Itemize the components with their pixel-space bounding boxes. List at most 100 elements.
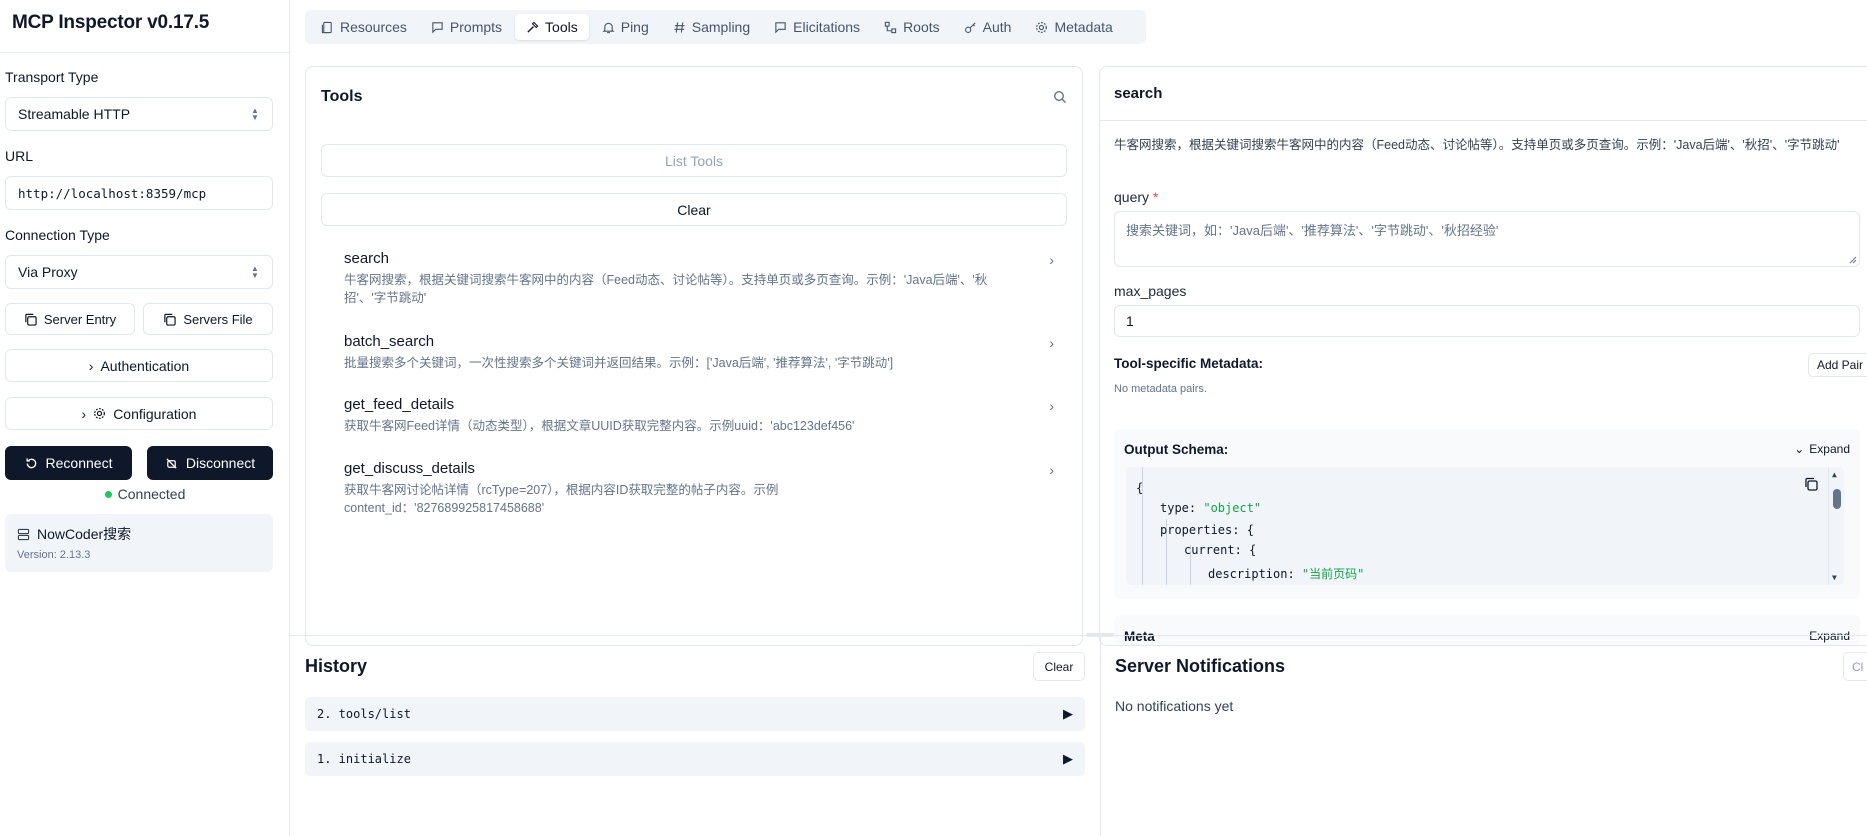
tools-title: Tools	[321, 88, 363, 105]
tool-item-get-feed-details[interactable]: get_feed_details 获取牛客网Feed详情（动态类型），根据文章U…	[344, 396, 1064, 435]
bell-icon	[602, 22, 615, 33]
query-textarea[interactable]: 搜索关键词，如：'Java后端'、'推荐算法'、'字节跳动'、'秋招经验'	[1114, 211, 1860, 267]
connection-type-select[interactable]: Via Proxy ▲ ▼	[5, 255, 273, 289]
code-line: type: "object"	[1160, 501, 1261, 515]
tool-item-get-discuss-details[interactable]: get_discuss_details 获取牛客网讨论帖详情（rcType=20…	[344, 460, 1064, 517]
history-panel: History Clear 2. tools/list ▶ 1. initial…	[305, 650, 1085, 836]
tab-metadata-label: Metadata	[1054, 19, 1113, 35]
tab-auth-label: Auth	[982, 19, 1012, 35]
tool-item-batch-search[interactable]: batch_search 批量搜索多个关键词，一次性搜索多个关键词并返回结果。示…	[344, 333, 1064, 372]
server-entry-button[interactable]: Server Entry	[5, 303, 135, 335]
reconnect-label: Reconnect	[45, 455, 113, 471]
tab-sampling[interactable]: Sampling	[662, 14, 761, 40]
tab-tools[interactable]: Tools	[515, 14, 589, 40]
transport-type-value: Streamable HTTP	[18, 106, 131, 122]
expand-button[interactable]: ⌄ Expand	[1794, 442, 1850, 456]
play-icon: ▶	[1063, 706, 1073, 722]
tab-ping-label: Ping	[620, 19, 649, 35]
disconnect-button[interactable]: Disconnect	[147, 446, 273, 480]
clear-history-button[interactable]: Clear	[1033, 652, 1085, 681]
tab-prompts[interactable]: Prompts	[420, 14, 513, 40]
history-row[interactable]: 1. initialize ▶	[305, 742, 1085, 776]
tab-tools-label: Tools	[545, 19, 578, 35]
tab-elicitations-label: Elicitations	[793, 19, 861, 35]
tab-resources[interactable]: Resources	[310, 14, 418, 40]
code-string: "object"	[1203, 501, 1262, 515]
code-line: current: {	[1184, 543, 1257, 557]
meta-section-label: Meta	[1124, 629, 1155, 644]
server-icon	[17, 528, 30, 540]
history-title: History	[305, 656, 368, 676]
chat-icon	[775, 21, 786, 33]
tab-metadata[interactable]: Metadata	[1024, 14, 1123, 40]
play-icon: ▶	[1063, 751, 1073, 767]
tab-roots-label: Roots	[903, 19, 940, 35]
reconnect-button[interactable]: Reconnect	[5, 446, 132, 480]
chevron-right-icon: ›	[1049, 252, 1054, 268]
tool-detail-description: 牛客网搜索，根据关键词搜索牛客网中的内容（Feed动态、讨论帖等）。支持单页或多…	[1114, 138, 1840, 152]
required-mark: *	[1152, 189, 1159, 205]
code-key: description:	[1208, 567, 1302, 581]
tab-roots[interactable]: Roots	[873, 14, 951, 40]
scroll-up-icon[interactable]: ▲	[1832, 470, 1837, 479]
history-row[interactable]: 2. tools/list ▶	[305, 697, 1085, 731]
copy-icon	[25, 313, 37, 326]
sidebar: MCP Inspector v0.17.5 Transport Type Str…	[0, 0, 290, 836]
tab-auth[interactable]: Auth	[953, 14, 1023, 40]
code-key: type:	[1160, 501, 1204, 515]
configuration-toggle[interactable]: › Configuration	[5, 397, 273, 430]
tool-name: get_feed_details	[344, 396, 455, 413]
server-entry-label: Server Entry	[43, 311, 117, 327]
tool-description: 获取牛客网讨论帖详情（rcType=207），根据内容ID获取完整的帖子内容。示…	[344, 483, 779, 515]
chevron-right-icon: ›	[1049, 462, 1054, 478]
code-string: "当前页码"	[1301, 567, 1365, 581]
chevron-up-down-icon: ▲ ▼	[251, 106, 259, 122]
url-input[interactable]: http://localhost:8359/mcp	[5, 176, 273, 210]
server-notifications-panel: Server Notifications No notifications ye…	[1115, 650, 1867, 836]
max-pages-input[interactable]: 1	[1114, 305, 1860, 337]
tab-elicitations[interactable]: Elicitations	[763, 14, 871, 40]
tool-detail-panel: search 牛客网搜索，根据关键词搜索牛客网中的内容（Feed动态、讨论帖等）…	[1099, 66, 1867, 646]
status-dot	[104, 490, 112, 498]
resize-handle-icon[interactable]	[1849, 256, 1857, 264]
hash-icon	[674, 21, 685, 33]
tool-detail-title: search	[1114, 85, 1163, 102]
code-line: description: "当前页码"	[1208, 565, 1364, 582]
transport-type-select[interactable]: Streamable HTTP ▲ ▼	[5, 97, 273, 131]
list-tools-button[interactable]: List Tools	[321, 144, 1067, 177]
copy-icon[interactable]	[1804, 477, 1818, 491]
output-schema-label: Output Schema:	[1124, 441, 1229, 457]
max-pages-label: max_pages	[1114, 283, 1187, 299]
tool-description: 批量搜索多个关键词，一次性搜索多个关键词并返回结果。示例：['Java后端', …	[344, 356, 894, 370]
transport-type-label: Transport Type	[5, 69, 99, 85]
configuration-label: Configuration	[113, 405, 197, 422]
connection-type-label: Connection Type	[5, 227, 110, 243]
tool-name: get_discuss_details	[344, 460, 475, 477]
output-schema-section: Output Schema: ⌄ Expand { type: "object"…	[1114, 429, 1860, 599]
url-label: URL	[5, 148, 34, 164]
clear-notifications-button[interactable]: Cl	[1843, 652, 1867, 681]
tool-item-search[interactable]: search 牛客网搜索，根据关键词搜索牛客网中的内容（Feed动态、讨论帖等）…	[344, 250, 1064, 307]
meta-section-collapsed[interactable]: Meta Expand	[1114, 615, 1860, 645]
chevron-down-icon: ⌄	[1794, 442, 1805, 456]
scrollbar-thumb[interactable]	[1833, 489, 1841, 509]
authentication-toggle[interactable]: › Authentication	[5, 349, 273, 382]
code-scrollbar[interactable]: ▲ ▼	[1828, 467, 1844, 585]
scroll-down-icon[interactable]: ▼	[1832, 573, 1837, 582]
search-icon[interactable]	[1053, 90, 1067, 104]
server-version: Version: 2.13.3	[17, 549, 91, 561]
tool-description: 获取牛客网Feed详情（动态类型），根据文章UUID获取完整内容。示例uuid：…	[344, 419, 855, 433]
tab-sampling-label: Sampling	[691, 19, 751, 35]
clear-tools-button[interactable]: Clear	[321, 193, 1067, 226]
no-metadata-text: No metadata pairs.	[1114, 383, 1207, 395]
code-line: {	[1136, 481, 1144, 495]
tab-ping[interactable]: Ping	[591, 14, 660, 40]
app-title: MCP Inspector v0.17.5	[12, 12, 210, 33]
connection-type-value: Via Proxy	[18, 264, 78, 280]
panel-divider	[290, 635, 1867, 636]
sidebar-header: MCP Inspector v0.17.5	[0, 0, 289, 53]
servers-file-button[interactable]: Servers File	[143, 303, 273, 335]
query-label-text: query	[1114, 189, 1150, 205]
status-label: Connected	[117, 486, 186, 502]
add-pair-button[interactable]: Add Pair	[1808, 353, 1867, 377]
